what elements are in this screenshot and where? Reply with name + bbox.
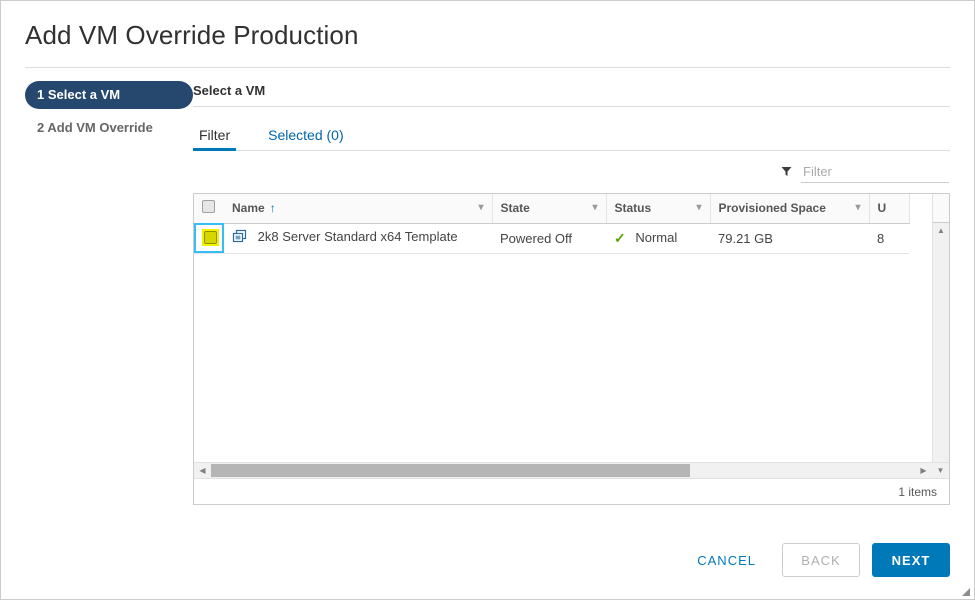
vertical-scrollbar[interactable]: ▲ [932, 194, 949, 462]
row-checkbox[interactable] [204, 231, 217, 244]
wizard-steps: 1 Select a VM 2 Add VM Override [25, 80, 193, 505]
sort-ascending-icon[interactable]: ↑ [270, 202, 276, 214]
cell-status: ✓ Normal [606, 223, 710, 253]
green-check-icon: ✓ [614, 230, 626, 246]
cell-state: Powered Off [492, 223, 606, 253]
vm-template-icon [232, 229, 247, 247]
table-row[interactable]: 2k8 Server Standard x64 Template Powered… [194, 223, 909, 253]
step-select-a-vm[interactable]: 1 Select a VM [25, 81, 193, 109]
column-menu-caret-icon-status[interactable]: ▾ [696, 203, 701, 213]
scroll-up-arrow-icon[interactable]: ▲ [933, 223, 950, 239]
next-button[interactable]: NEXT [872, 543, 950, 577]
scroll-right-arrow-icon[interactable]: ▶ [915, 463, 932, 479]
table-header-row: Name ↑ ▾ State [194, 194, 909, 223]
column-header-state[interactable]: State ▾ [492, 194, 606, 223]
column-header-status-label: Status [615, 201, 652, 215]
column-menu-caret-icon-name[interactable]: ▾ [478, 203, 483, 213]
scroll-left-arrow-icon[interactable]: ◀ [194, 463, 211, 479]
column-header-used-space-label: U [878, 201, 887, 215]
table-footer: 1 items [194, 478, 949, 504]
hscroll-thumb[interactable] [211, 464, 690, 477]
row-checkbox-highlight [202, 229, 219, 246]
dialog-title: Add VM Override Production [25, 19, 974, 51]
dialog-body: 1 Select a VM 2 Add VM Override Select a… [1, 68, 974, 505]
column-header-used-space[interactable]: U [869, 194, 909, 223]
column-header-provisioned-space-label: Provisioned Space [719, 201, 826, 215]
tab-filter[interactable]: Filter [193, 127, 236, 151]
filter-input[interactable] [801, 162, 949, 183]
select-all-header[interactable] [194, 194, 224, 223]
dialog-footer: CANCEL BACK NEXT [683, 543, 950, 577]
cancel-button[interactable]: CANCEL [683, 543, 770, 577]
resize-grip-icon[interactable] [959, 584, 971, 596]
scroll-down-arrow-icon[interactable]: ▼ [932, 463, 949, 479]
dialog-title-bar: Add VM Override Production [1, 1, 974, 61]
step-add-vm-override[interactable]: 2 Add VM Override [25, 114, 193, 142]
column-menu-caret-icon-state[interactable]: ▾ [592, 203, 597, 213]
cell-provisioned-space: 79.21 GB [710, 223, 869, 253]
column-header-status[interactable]: Status ▾ [606, 194, 710, 223]
cell-name: 2k8 Server Standard x64 Template [224, 223, 492, 253]
hscroll-track[interactable] [211, 463, 915, 479]
filter-funnel-icon [781, 166, 792, 179]
vscroll-header-spacer [933, 194, 949, 223]
content-divider [193, 106, 950, 107]
content-heading: Select a VM [193, 80, 950, 106]
vm-table: Name ↑ ▾ State [193, 193, 950, 505]
table-empty-area [194, 254, 932, 463]
row-select-cell[interactable] [194, 223, 224, 253]
add-vm-override-dialog: Add VM Override Production 1 Select a VM… [0, 0, 975, 600]
column-header-state-label: State [501, 201, 530, 215]
cell-status-text: Normal [635, 230, 677, 245]
item-count: 1 items [898, 485, 937, 499]
column-menu-caret-icon-provisioned[interactable]: ▾ [855, 203, 860, 213]
table-main: Name ↑ ▾ State [194, 194, 932, 462]
tab-selected[interactable]: Selected (0) [262, 127, 349, 150]
select-all-checkbox[interactable] [202, 200, 215, 213]
cell-used-space: 8 [869, 223, 909, 253]
filter-row [193, 151, 950, 193]
column-header-name[interactable]: Name ↑ ▾ [224, 194, 492, 223]
wizard-content: Select a VM Filter Selected (0) [193, 80, 950, 505]
tab-bar: Filter Selected (0) [193, 121, 950, 151]
column-header-provisioned-space[interactable]: Provisioned Space ▾ [710, 194, 869, 223]
cell-name-text: 2k8 Server Standard x64 Template [258, 229, 458, 244]
column-header-name-label: Name [232, 201, 265, 215]
horizontal-scrollbar[interactable]: ◀ ▶ ▼ [194, 462, 949, 478]
vm-grid: Name ↑ ▾ State [194, 194, 910, 254]
table-scroll-area: Name ↑ ▾ State [194, 194, 949, 462]
back-button: BACK [782, 543, 860, 577]
